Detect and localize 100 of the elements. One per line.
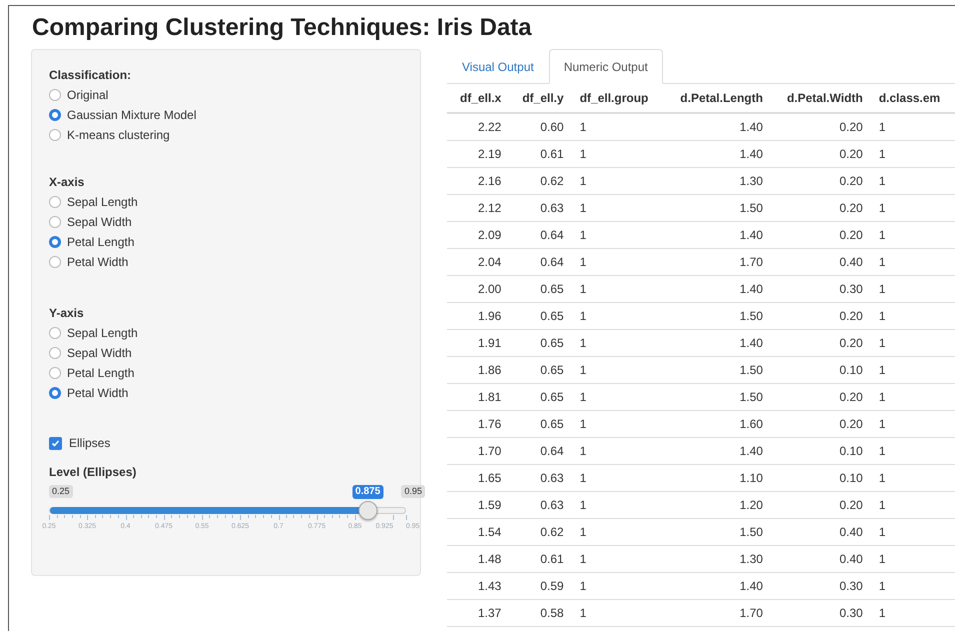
radio-label[interactable]: Sepal Width xyxy=(67,346,132,360)
radio-button[interactable] xyxy=(49,387,61,399)
table-cell: 0.65 xyxy=(509,384,572,410)
table-cell: 1.70 xyxy=(447,438,510,464)
table-cell: 0.64 xyxy=(509,222,572,248)
table-cell: 0.60 xyxy=(509,113,572,140)
table-cell: 1.70 xyxy=(664,600,771,626)
tab[interactable]: Visual Output xyxy=(447,49,549,83)
table-cell: 1 xyxy=(870,600,955,626)
tab[interactable]: Numeric Output xyxy=(548,49,663,84)
radio-button[interactable] xyxy=(49,327,61,339)
table-cell: 1 xyxy=(870,518,955,546)
table-cell: 0.20 xyxy=(770,384,871,410)
table-cell: 0.65 xyxy=(509,356,572,384)
table-cell: 2.22 xyxy=(447,113,510,140)
table-cell: 1 xyxy=(870,168,955,194)
table-cell: 1 xyxy=(572,410,664,438)
table-cell: 1.30 xyxy=(664,546,771,572)
table-cell: 1.40 xyxy=(664,140,771,168)
checkbox[interactable] xyxy=(49,436,62,450)
table-cell: 0.30 xyxy=(770,572,871,600)
radio-button[interactable] xyxy=(49,347,61,359)
table-cell: 1 xyxy=(870,438,955,464)
table-cell: 0.20 xyxy=(770,113,871,140)
table-cell: 1.86 xyxy=(447,356,510,384)
table-cell: 1.54 xyxy=(447,518,510,546)
table-cell: 1.20 xyxy=(664,492,771,518)
table-cell: 1 xyxy=(572,222,664,248)
table-cell: 0.65 xyxy=(509,330,572,356)
radio-button[interactable] xyxy=(49,196,61,208)
table-cell: 1 xyxy=(572,248,664,276)
radio-label[interactable]: K-means clustering xyxy=(67,128,170,142)
table-cell: 1.76 xyxy=(447,410,510,438)
checkbox-label[interactable]: Ellipses xyxy=(69,436,110,450)
table-cell: 0.20 xyxy=(770,330,871,356)
table-cell: 2.16 xyxy=(447,168,510,194)
table-cell: 0.40 xyxy=(770,518,871,546)
table-cell: 1 xyxy=(870,546,955,572)
radio-button[interactable] xyxy=(49,236,61,248)
table-cell: 0.10 xyxy=(770,356,871,384)
table-cell: 1.50 xyxy=(664,384,771,410)
table-cell: 1 xyxy=(572,384,664,410)
table-cell: 0.62 xyxy=(509,168,572,194)
group-label: X-axis xyxy=(49,175,84,189)
radio-button[interactable] xyxy=(49,216,61,228)
table-cell: 2.19 xyxy=(447,140,510,168)
table-cell: 1.70 xyxy=(664,248,771,276)
table-cell: 1.10 xyxy=(664,464,771,492)
radio-label[interactable]: Sepal Width xyxy=(67,215,132,229)
table-cell: 1.50 xyxy=(664,194,771,222)
table-cell: 1 xyxy=(572,194,664,222)
table-cell: 1 xyxy=(870,464,955,492)
table-cell: 1 xyxy=(572,113,664,140)
table-cell: 1 xyxy=(572,518,664,546)
radio-label[interactable]: Petal Length xyxy=(67,366,134,380)
radio-button[interactable] xyxy=(49,129,61,141)
column-header: d.Petal.Width xyxy=(770,84,871,113)
slider-label: Level (Ellipses) xyxy=(49,465,136,479)
table-cell: 2.04 xyxy=(447,248,510,276)
slider-handle[interactable] xyxy=(358,501,378,520)
table-cell: 0.63 xyxy=(509,194,572,222)
table-cell: 0.20 xyxy=(770,168,871,194)
radio-button[interactable] xyxy=(49,256,61,268)
check-icon xyxy=(51,438,60,448)
table-cell: 0.58 xyxy=(509,600,572,626)
table-cell: 1 xyxy=(572,572,664,600)
radio-label[interactable]: Original xyxy=(67,88,108,102)
table-cell: 0.20 xyxy=(770,222,871,248)
radio-label[interactable]: Petal Width xyxy=(67,255,128,269)
table-cell: 1 xyxy=(572,546,664,572)
table-cell: 2.12 xyxy=(447,194,510,222)
table-cell: 1.48 xyxy=(447,546,510,572)
group-label: Classification: xyxy=(49,68,132,82)
radio-button[interactable] xyxy=(49,367,61,379)
table-cell: 0.65 xyxy=(509,410,572,438)
table-cell: 1.30 xyxy=(664,168,771,194)
radio-button[interactable] xyxy=(49,89,61,101)
min-label: 0.25 xyxy=(49,485,73,498)
radio-label[interactable]: Petal Length xyxy=(67,235,134,249)
table-cell: 1.91 xyxy=(447,330,510,356)
radio-label[interactable]: Petal Width xyxy=(67,386,128,400)
table-cell: 1 xyxy=(870,384,955,410)
radio-label[interactable]: Gaussian Mixture Model xyxy=(67,108,196,122)
table-cell: 1 xyxy=(870,222,955,248)
table-cell: 2.00 xyxy=(447,276,510,302)
group-label: Y-axis xyxy=(49,306,84,320)
column-header: df_ell.group xyxy=(572,84,664,113)
table-cell: 0.61 xyxy=(509,546,572,572)
radio-label[interactable]: Sepal Length xyxy=(67,195,138,209)
table-cell: 2.09 xyxy=(447,222,510,248)
table-cell: 1 xyxy=(870,113,955,140)
table-cell: 1 xyxy=(572,168,664,194)
radio-button[interactable] xyxy=(49,109,61,121)
table-cell: 1.50 xyxy=(664,302,771,330)
table-cell: 1 xyxy=(870,248,955,276)
table-cell: 1 xyxy=(572,302,664,330)
table-cell: 1 xyxy=(572,140,664,168)
table-cell: 1.40 xyxy=(664,222,771,248)
radio-label[interactable]: Sepal Length xyxy=(67,326,138,340)
column-header: d.class.em xyxy=(870,84,955,113)
